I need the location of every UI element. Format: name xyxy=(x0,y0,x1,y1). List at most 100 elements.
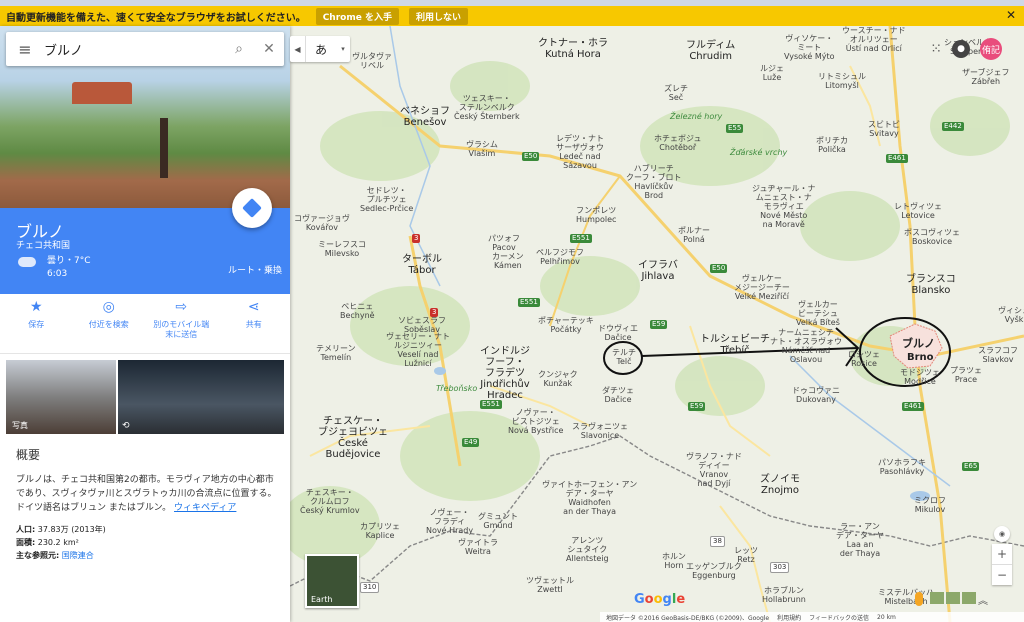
input-method-control[interactable]: ◀ あ ▾ xyxy=(290,36,350,62)
map-label[interactable]: インドルジ フーフ・ フラデツ Jindřichův Hradec xyxy=(480,346,530,401)
map-label[interactable]: ツェスキー・ ステルンベルク Český Šternberk xyxy=(454,94,520,121)
map-label[interactable]: ヴィソケー・ ミート Vysoké Mýto xyxy=(784,34,835,61)
map-label[interactable]: クトナー・ホラ Kutná Hora xyxy=(538,38,608,60)
map-label[interactable]: ハブリーチ クーフ・ブロト Havlíčkův Brod xyxy=(626,164,682,200)
map-label[interactable]: ヴァイトホーフェン・アン デア・ターヤ Waidhofen an der Tha… xyxy=(542,480,637,516)
map-label[interactable]: チェスキー・ クルムロフ Český Krumlov xyxy=(300,488,360,515)
map-label[interactable]: ミーレフスコ Milevsko xyxy=(318,240,366,258)
layers-strip[interactable]: ︽ xyxy=(930,592,1010,608)
map-label[interactable]: カプリツェ Kaplice xyxy=(360,522,400,540)
layer-thumb[interactable] xyxy=(930,592,944,604)
map-label[interactable]: Žďárské vrchy xyxy=(730,148,787,157)
map-label[interactable]: トルシェビーチ Třebíč xyxy=(700,334,770,356)
zoom-in-button[interactable]: + xyxy=(992,544,1012,564)
close-icon[interactable]: ✕ xyxy=(1006,8,1016,22)
map-label[interactable]: ノヴェー・ フラディ Nové Hrady xyxy=(426,508,473,535)
map-label[interactable]: ホチェボジュ Chotěboř xyxy=(654,134,701,152)
nearby-button[interactable]: ◎ 付近を検索 xyxy=(73,294,146,353)
map-label[interactable]: スラフコフ Slavkov xyxy=(978,346,1018,364)
notifications-icon[interactable]: ● xyxy=(952,40,970,58)
map-label[interactable]: ナームニェシチ ナト・オスラヴォウ Náměšť nad Oslavou xyxy=(770,328,842,364)
map-label[interactable]: ヴィシュ Vyšk xyxy=(998,306,1024,324)
map-label[interactable]: エッゲンブルク Eggenburg xyxy=(686,562,742,580)
avatar[interactable]: 侑記 xyxy=(980,38,1002,60)
map-label[interactable]: ポルナー Polná xyxy=(678,226,710,244)
map-label[interactable]: ブランスコ Blansko xyxy=(906,274,956,296)
route-label[interactable]: ルート・乗換 xyxy=(228,263,282,276)
map-label[interactable]: ダチツェ Dačice xyxy=(602,386,634,404)
map-label[interactable]: ミクロフ Mikulov xyxy=(914,496,946,514)
map-label[interactable]: リトミシュル Litomyšl xyxy=(818,72,866,90)
map-label[interactable]: ベネショフ Benešov xyxy=(400,106,450,128)
map-label[interactable]: レッツ Retz xyxy=(734,546,758,564)
menu-icon[interactable]: ≡ xyxy=(6,40,44,59)
map-label[interactable]: ヴェルケー メジージーチー Velké Meziříčí xyxy=(734,274,790,301)
map-label[interactable]: テメリーン Temelín xyxy=(316,344,356,362)
map-label[interactable]: フルディム Chrudim xyxy=(686,40,735,62)
chevron-down-icon[interactable]: ▾ xyxy=(336,36,350,62)
search-input[interactable]: ブルノ xyxy=(44,40,224,59)
map-canvas[interactable]: ヴルタヴァ リベル クトナー・ホラ Kutná Hora フルディム Chrud… xyxy=(290,26,1024,622)
map-label[interactable]: ミステルバッハ Mistelbach xyxy=(878,588,934,606)
map-label[interactable]: ヴラノフ・ナド ディイー Vranov nad Dyjí xyxy=(686,452,742,488)
map-label[interactable]: ツヴェットル Zwettl xyxy=(526,576,574,594)
map-label[interactable]: ズレチ Seč xyxy=(664,84,688,102)
map-label[interactable]: ウースチー・ナド オルリツェー Ústí nad Orlicí xyxy=(842,26,906,53)
layer-thumb[interactable] xyxy=(946,592,960,604)
get-chrome-button[interactable]: Chrome を入手 xyxy=(315,7,399,25)
map-label[interactable]: グミュント Gmünd xyxy=(478,512,518,530)
map-label[interactable]: ラー・アン デア・ターヤ Laa an der Thaya xyxy=(836,522,884,558)
scale-label[interactable]: 20 km xyxy=(877,614,896,621)
map-label[interactable]: ポチャーテッキ Počátky xyxy=(538,316,594,334)
map-label[interactable]: ドゥコヴァニ Dukovany xyxy=(792,386,840,404)
feedback-link[interactable]: フィードバックの送信 xyxy=(809,613,869,622)
map-label[interactable]: レトヴィツェ Letovice xyxy=(894,202,942,220)
map-label[interactable]: ザーブジェフ Zábřeh xyxy=(962,68,1010,86)
photo-thumbnail[interactable]: 写真 xyxy=(6,360,116,434)
collapse-panel-icon[interactable]: ◀ xyxy=(290,36,306,62)
map-label[interactable]: ヴェルカー ビーテシュ Velká Bíteš xyxy=(796,300,840,327)
map-label[interactable]: アレンツ シュタイク Allentsteig xyxy=(566,536,609,563)
language-toggle[interactable]: あ xyxy=(306,36,336,62)
map-label[interactable]: Železné hory xyxy=(670,112,722,121)
map-label[interactable]: ホルン Horn xyxy=(662,552,686,570)
map-label[interactable]: ロシツェ Rosice xyxy=(848,350,880,368)
map-label[interactable]: フンポレツ Humpolec xyxy=(576,206,616,224)
expand-icon[interactable]: ︽ xyxy=(978,592,992,607)
map-label[interactable]: パソホラフキ Pasohlávky xyxy=(878,458,926,476)
map-label[interactable]: ヴェセリー・ナト ルジニツィー Veselí nad Lužnicí xyxy=(386,332,450,368)
map-label[interactable]: チェスケー・ ブジェヨビツェ České Budějovice xyxy=(318,416,388,460)
brno-latin-label[interactable]: Brno xyxy=(907,352,934,363)
map-label[interactable]: スビトビ Svitavy xyxy=(868,120,900,138)
telc-label[interactable]: テルチ Telč xyxy=(612,348,636,366)
map-label[interactable]: ルジェ Luže xyxy=(760,64,784,82)
map-label[interactable]: ボスコヴィツェ Boskovice xyxy=(904,228,960,246)
apps-grid-icon[interactable]: ⁙ xyxy=(930,41,942,57)
un-link[interactable]: 国際連合 xyxy=(59,551,94,560)
map-label[interactable]: Třeboňsko xyxy=(436,384,477,393)
map-label[interactable]: ヴルタヴァ リベル xyxy=(352,52,392,70)
clear-icon[interactable]: ✕ xyxy=(254,41,284,57)
map-label[interactable]: レデツ・ナト サーザヴォウ Ledeč nad Sázavou xyxy=(556,134,604,170)
map-label[interactable]: セドレツ・ プルチツェ Sedlec-Prčice xyxy=(360,186,413,213)
dismiss-button[interactable]: 利用しない xyxy=(408,7,468,25)
map-label[interactable]: ホラブルン Hollabrunn xyxy=(762,586,806,604)
pegman-icon[interactable] xyxy=(915,592,923,606)
terms-link[interactable]: 利用規約 xyxy=(777,613,801,622)
streetview-thumbnail[interactable]: ⟲ xyxy=(118,360,284,434)
my-location-icon[interactable]: ◉ xyxy=(994,526,1010,542)
brno-label[interactable]: ブルノ xyxy=(902,338,935,349)
map-label[interactable]: ヴァイトラ Weitra xyxy=(458,538,498,556)
map-label[interactable]: ターボル Tábor xyxy=(402,254,442,276)
modrice-label[interactable]: モドジツェ Modřice xyxy=(900,368,940,386)
map-label[interactable]: ドウヴィエ Dačice xyxy=(598,324,638,342)
send-to-device-button[interactable]: ⇨ 別のモバイル端 末に送信 xyxy=(145,294,218,353)
map-label[interactable]: クンジャク Kunžak xyxy=(538,370,578,388)
map-label[interactable]: スラヴォニツェ Slavonice xyxy=(572,422,628,440)
wikipedia-link[interactable]: ウィキペディア xyxy=(174,503,236,513)
map-label[interactable]: パツォフ Pacov xyxy=(488,234,520,252)
save-button[interactable]: ★ 保存 xyxy=(0,294,73,353)
search-icon[interactable]: ⌕ xyxy=(224,41,254,57)
earth-view-toggle[interactable]: Earth xyxy=(305,554,359,608)
map-label[interactable]: イフラバ Jihlava xyxy=(638,260,678,282)
